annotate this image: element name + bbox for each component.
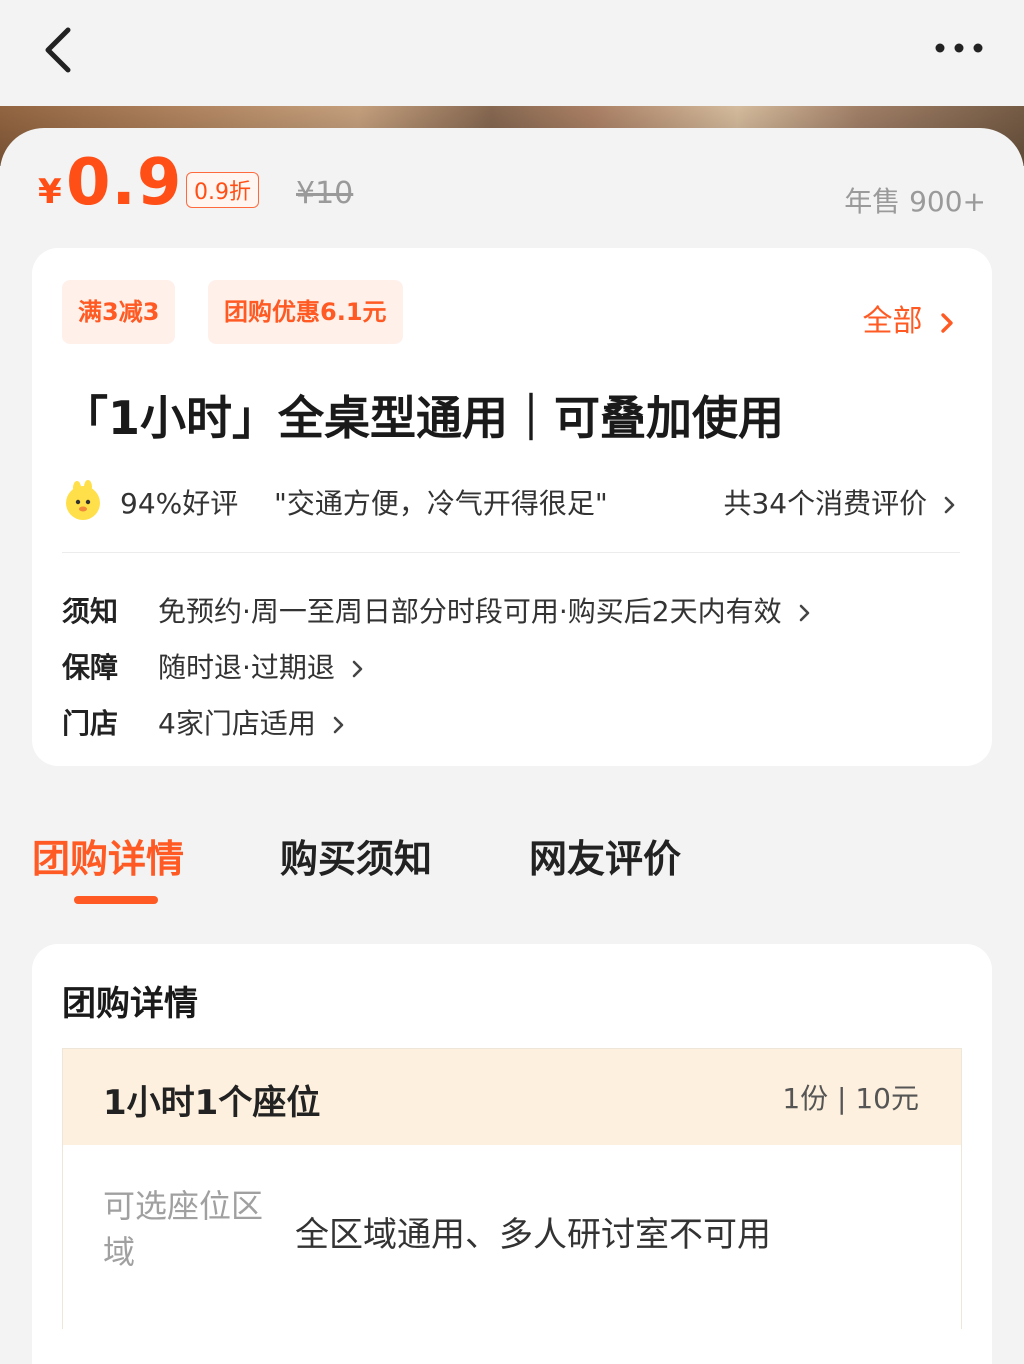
- info-value: 随时退·过期退: [158, 651, 335, 684]
- discount-badge: 0.9折: [186, 172, 259, 208]
- current-price: 0.9: [66, 146, 183, 220]
- info-value-link[interactable]: 4家门店适用: [158, 702, 347, 742]
- tab-reviews[interactable]: 网友评价: [529, 828, 681, 883]
- package-table: 1小时1个座位 1份 | 10元 可选座位区域 全区域通用、多人研讨室不可用: [62, 1048, 962, 1329]
- info-key: 门店: [62, 707, 119, 740]
- tab-purchase-notes[interactable]: 购买须知: [280, 828, 432, 883]
- review-summary[interactable]: 94%好评 "交通方便，冷气开得很足" 共34个消费评价: [62, 476, 962, 526]
- all-offers-label: 全部: [862, 304, 923, 339]
- info-value-link[interactable]: 免预约·周一至周日部分时段可用·购买后2天内有效: [158, 590, 813, 630]
- seat-area-value: 全区域通用、多人研讨室不可用: [295, 1215, 771, 1255]
- package-header: 1小时1个座位 1份 | 10元: [63, 1049, 961, 1145]
- seat-area-label: 可选座位区域: [103, 1187, 264, 1271]
- info-row-stores[interactable]: 门店 4家门店适用: [62, 698, 962, 742]
- price-row: ¥ 0.9 0.9折 ¥10 年售 900+: [38, 140, 988, 220]
- chevron-right-icon: [941, 312, 953, 333]
- review-count-label: 共34个消费评价: [723, 487, 928, 520]
- deal-details-card: 团购详情 1小时1个座位 1份 | 10元 可选座位区域 全区域通用、多人研讨室…: [32, 944, 992, 1364]
- review-quote: "交通方便，冷气开得很足": [274, 487, 608, 520]
- original-price: ¥10: [296, 176, 354, 211]
- more-dots-icon: [935, 43, 983, 53]
- annual-sales: 年售 900+: [844, 185, 986, 218]
- promo-tag[interactable]: 满3减3: [62, 280, 176, 344]
- chevron-right-icon: [352, 660, 363, 678]
- all-offers-link[interactable]: 全部: [862, 296, 956, 340]
- deal-info-card: 满3减3 团购优惠6.1元 全部 「1小时」全桌型通用｜可叠加使用 94%好评 …: [32, 248, 992, 766]
- back-button[interactable]: [36, 22, 86, 78]
- package-quantity: 1份 | 10元: [782, 1082, 919, 1115]
- tab-deal-details[interactable]: 团购详情: [32, 828, 184, 883]
- chevron-right-icon: [944, 496, 955, 514]
- info-value-link[interactable]: 随时退·过期退: [158, 646, 366, 686]
- info-row-notice[interactable]: 须知 免预约·周一至周日部分时段可用·购买后2天内有效: [62, 586, 962, 630]
- divider: [62, 552, 960, 553]
- package-name: 1小时1个座位: [103, 1083, 321, 1123]
- top-nav-bar: [0, 0, 1024, 106]
- chevron-right-icon: [799, 604, 809, 622]
- promo-tag[interactable]: 团购优惠6.1元: [208, 280, 403, 344]
- mascot-icon: [66, 480, 100, 520]
- info-value: 免预约·周一至周日部分时段可用·购买后2天内有效: [158, 595, 782, 628]
- info-key: 保障: [62, 651, 119, 684]
- active-tab-indicator: [74, 896, 158, 904]
- info-key: 须知: [62, 595, 119, 628]
- info-value: 4家门店适用: [158, 707, 316, 740]
- deal-title: 「1小时」全桌型通用｜可叠加使用: [62, 391, 785, 445]
- info-row-guarantee[interactable]: 保障 随时退·过期退: [62, 642, 962, 686]
- detail-tabs: 团购详情 购买须知 网友评价: [32, 820, 992, 920]
- review-count-link[interactable]: 共34个消费评价: [723, 482, 958, 522]
- chevron-left-icon: [45, 27, 71, 73]
- currency-symbol: ¥: [38, 172, 62, 212]
- section-title: 团购详情: [62, 984, 198, 1024]
- chevron-right-icon: [333, 716, 344, 734]
- more-button[interactable]: [924, 30, 994, 66]
- review-rate: 94%好评: [120, 487, 239, 520]
